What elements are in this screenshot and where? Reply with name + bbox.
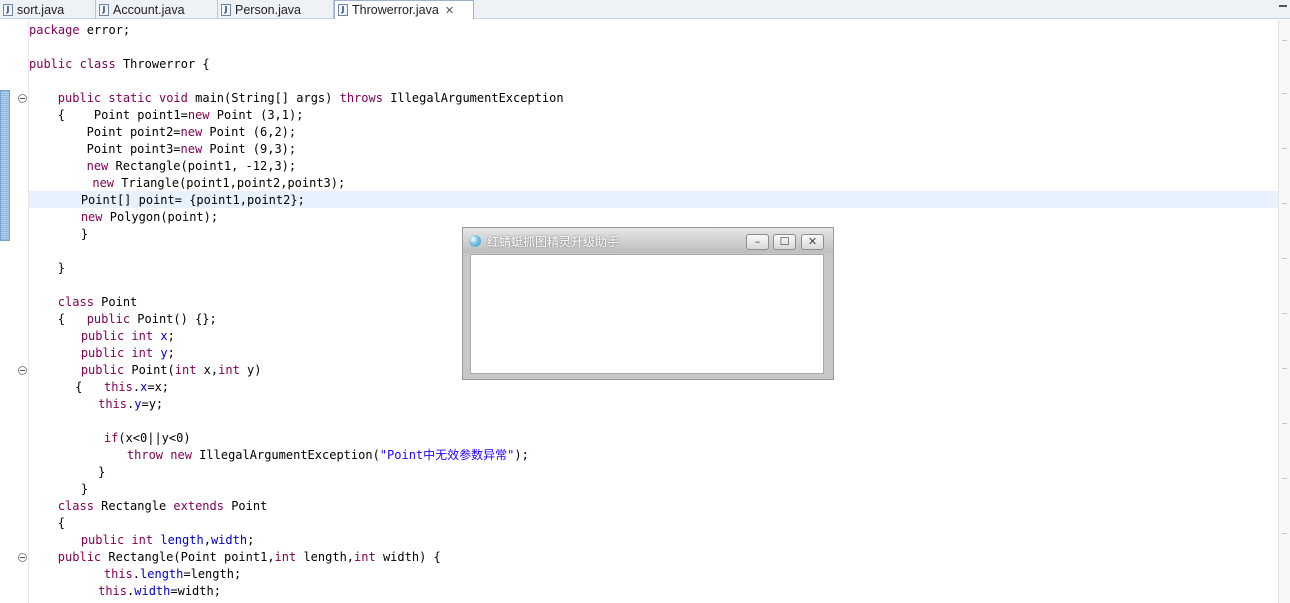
code-line[interactable]: public int length,width; (81, 532, 254, 549)
window-titlebar[interactable]: 红蜻蜓抓图精灵升级助手 – ☐ ✕ (463, 228, 833, 253)
code-line[interactable]: public Point(int x,int y) (81, 362, 262, 379)
code-line[interactable]: public int x; (81, 328, 175, 345)
code-line[interactable]: public Rectangle(Point point1,int length… (58, 549, 441, 566)
change-marker (0, 90, 10, 241)
code-line[interactable]: { this.x=x; (75, 379, 169, 396)
close-button[interactable]: ✕ (801, 234, 824, 250)
java-file-icon: J (99, 3, 109, 16)
code-line[interactable]: this.width=width; (98, 583, 221, 600)
code-line[interactable]: Point point2=new Point (6,2); (87, 124, 297, 141)
ruler-marker (1282, 423, 1287, 424)
tab-label: sort.java (17, 2, 65, 17)
code-line[interactable]: public int y; (81, 345, 175, 362)
code-line[interactable]: } (81, 226, 88, 243)
ruler-marker (1282, 93, 1287, 94)
code-line[interactable]: class Rectangle extends Point (58, 498, 268, 515)
editor-gutter (0, 20, 29, 603)
fold-toggle-icon[interactable] (18, 553, 27, 562)
tab-throwerror-java[interactable]: J Throwerror.java ✕ (334, 0, 474, 19)
java-file-icon: J (338, 4, 348, 16)
code-line[interactable]: public class Throwerror { (29, 56, 210, 73)
ruler-marker (1282, 313, 1287, 314)
code-line[interactable]: { public Point() {}; (58, 311, 217, 328)
code-line[interactable]: } (98, 464, 105, 481)
code-line[interactable]: this.length=length; (104, 566, 241, 583)
code-line[interactable]: } (81, 481, 88, 498)
fold-toggle-icon[interactable] (18, 366, 27, 375)
code-line[interactable]: if(x<0||y<0) (104, 430, 191, 447)
java-file-icon: J (221, 3, 231, 16)
code-line[interactable]: Point[] point= {point1,point2}; (81, 192, 305, 209)
window-content (470, 254, 824, 374)
tab-account-java[interactable]: J Account.java (96, 0, 218, 19)
ruler-marker (1282, 368, 1287, 369)
code-line[interactable]: public static void main(String[] args) t… (58, 90, 564, 107)
minimize-button[interactable]: – (746, 234, 769, 250)
tab-label: Throwerror.java (352, 3, 439, 17)
tab-sort-java[interactable]: J sort.java (0, 0, 96, 19)
floating-window[interactable]: 红蜻蜓抓图精灵升级助手 – ☐ ✕ (462, 227, 834, 380)
code-line[interactable]: this.y=y; (98, 396, 163, 413)
tab-person-java[interactable]: J Person.java (218, 0, 334, 19)
ruler-marker (1282, 40, 1287, 41)
code-line[interactable]: { Point point1=new Point (3,1); (58, 107, 304, 124)
code-line[interactable]: new Triangle(point1,point2,point3); (92, 175, 345, 192)
ruler-marker (1282, 148, 1287, 149)
ruler-marker (1282, 533, 1287, 534)
ruler-marker (1282, 203, 1287, 204)
maximize-icon[interactable] (1279, 5, 1287, 11)
tab-label: Person.java (235, 2, 302, 17)
editor-tab-bar: J sort.java J Account.java J Person.java… (0, 0, 1290, 19)
app-logo-icon (469, 235, 481, 247)
maximize-button[interactable]: ☐ (773, 234, 796, 250)
ruler-marker (1282, 478, 1287, 479)
code-line[interactable]: class Point (58, 294, 137, 311)
code-line[interactable]: throw new IllegalArgumentException("Poin… (127, 447, 529, 464)
overview-ruler[interactable] (1278, 20, 1290, 603)
code-line[interactable]: new Polygon(point); (81, 209, 218, 226)
code-line[interactable]: { (58, 515, 65, 532)
tab-label: Account.java (113, 2, 185, 17)
code-line[interactable]: Point point3=new Point (9,3); (87, 141, 297, 158)
ruler-marker (1282, 258, 1287, 259)
code-line[interactable]: } (58, 260, 65, 277)
close-icon[interactable]: ✕ (445, 4, 454, 17)
java-file-icon: J (3, 3, 13, 16)
window-title: 红蜻蜓抓图精灵升级助手 (487, 235, 620, 249)
fold-toggle-icon[interactable] (18, 94, 27, 103)
code-line[interactable]: package error; (29, 22, 130, 39)
code-line[interactable]: new Rectangle(point1, -12,3); (87, 158, 297, 175)
